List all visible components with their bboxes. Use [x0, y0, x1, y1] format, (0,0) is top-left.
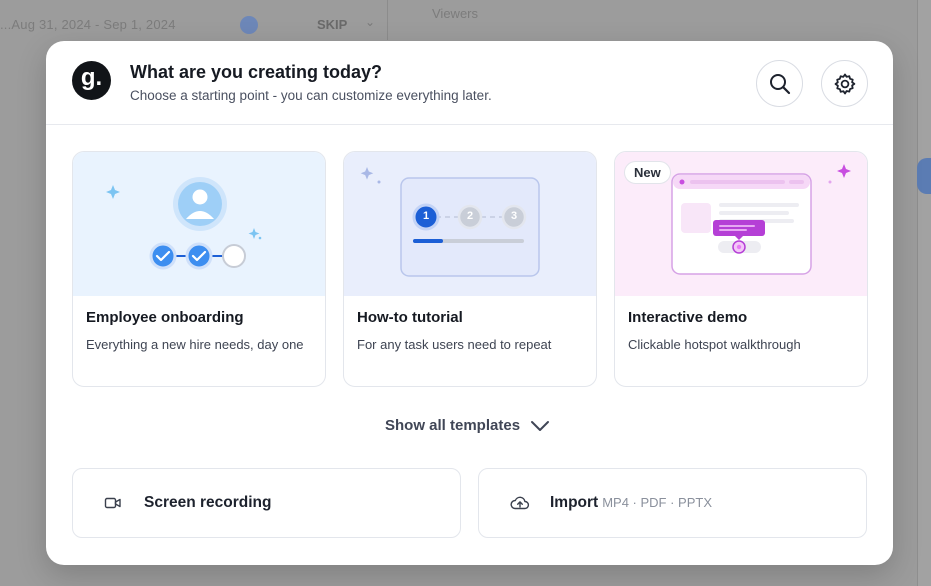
background-info-icon	[240, 16, 258, 34]
import-label: Import MP4 · PDF · PPTX	[550, 494, 712, 512]
template-card-interactive-demo[interactable]: New Interactive demo Clickable hotspot w…	[614, 151, 868, 387]
template-description: For any task users need to repeat	[357, 337, 552, 352]
sparkle-icon	[248, 228, 260, 239]
search-icon	[769, 73, 790, 94]
import-formats-hint: MP4 · PDF · PPTX	[602, 495, 713, 510]
template-card-how-to-tutorial[interactable]: 1 2 3 How-to tutorial For any task users…	[343, 151, 597, 387]
demo-illustration: New	[615, 152, 867, 296]
video-camera-icon	[104, 497, 121, 509]
search-button[interactable]	[756, 60, 803, 107]
check-circle-icon	[149, 242, 177, 270]
onboarding-art	[106, 177, 262, 270]
screen-recording-label: Screen recording	[144, 494, 272, 511]
template-title: Interactive demo	[628, 309, 748, 326]
background-filter: SKIP	[317, 17, 348, 32]
tooltip-box	[713, 220, 765, 236]
background-date-range: ...Aug 31, 2024 - Sep 1, 2024	[0, 17, 176, 32]
step-3-label: 3	[510, 210, 518, 222]
background-topbar: ...Aug 31, 2024 - Sep 1, 2024 SKIP ⌄ Vie…	[0, 0, 931, 42]
create-modal: g. What are you creating today? Choose a…	[46, 41, 893, 565]
import-label-text: Import	[550, 494, 599, 511]
modal-title: What are you creating today?	[130, 62, 383, 82]
tutorial-steps	[412, 203, 527, 243]
cloud-upload-icon	[510, 496, 530, 510]
step-2-label: 2	[466, 210, 474, 222]
modal-subtitle: Choose a starting point - you can custom…	[130, 88, 492, 103]
settings-button[interactable]	[821, 60, 868, 107]
chevron-down-icon: ⌄	[365, 15, 376, 29]
step-1-label: 1	[422, 210, 430, 222]
background-right-panel	[917, 0, 931, 586]
template-title: Employee onboarding	[86, 309, 244, 326]
template-description: Everything a new hire needs, day one	[86, 337, 304, 352]
template-description: Clickable hotspot walkthrough	[628, 337, 801, 352]
background-column-label: Viewers	[432, 6, 479, 21]
tutorial-illustration: 1 2 3	[344, 152, 596, 296]
sparkle-icon	[106, 185, 120, 199]
new-badge: New	[624, 161, 671, 184]
onboarding-illustration	[73, 152, 325, 296]
chevron-down-icon	[531, 420, 550, 431]
import-button[interactable]: Import MP4 · PDF · PPTX	[478, 468, 867, 538]
app-logo: g.	[72, 61, 111, 100]
template-card-employee-onboarding[interactable]: Employee onboarding Everything a new hir…	[72, 151, 326, 387]
background-divider	[387, 0, 388, 40]
sparkle-icon	[837, 164, 851, 178]
show-all-label: Show all templates	[385, 417, 521, 434]
show-all-templates-button[interactable]: Show all templates	[385, 417, 550, 434]
empty-circle-icon	[222, 244, 246, 268]
background-blue-marker	[917, 158, 931, 194]
modal-header: g. What are you creating today? Choose a…	[46, 41, 893, 125]
gear-icon	[834, 73, 855, 94]
screen-recording-button[interactable]: Screen recording	[72, 468, 461, 538]
template-title: How-to tutorial	[357, 309, 463, 326]
progress-fill	[413, 239, 443, 243]
check-circle-icon	[185, 242, 213, 270]
